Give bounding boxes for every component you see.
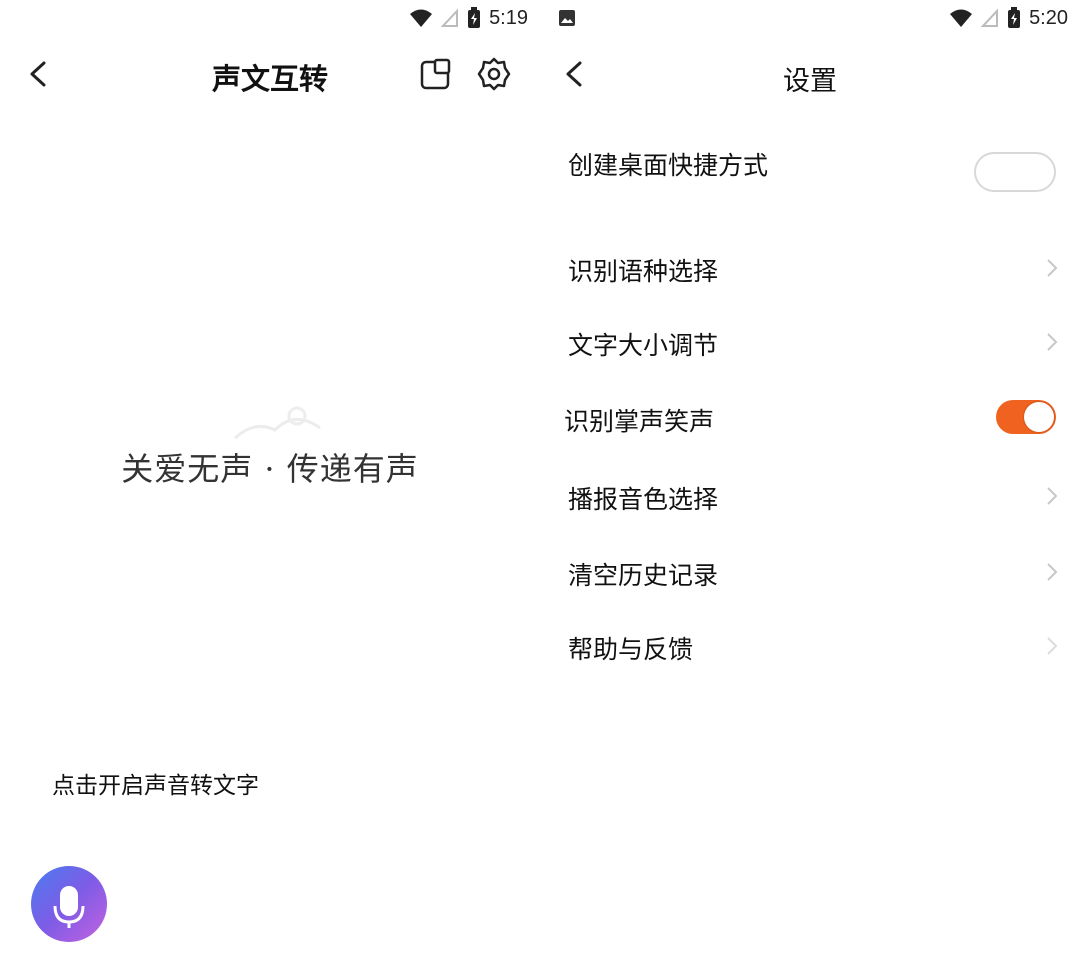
wifi-icon (950, 9, 973, 27)
slogan: 关爱无声 · 传递有声 (121, 450, 419, 488)
floating-window-icon[interactable] (418, 56, 454, 92)
status-time: 5:19 (489, 6, 528, 29)
start-prompt-text: 点击开启声音转文字 (52, 773, 259, 799)
status-bar: 5:19 (0, 0, 540, 36)
setting-label: 清空历史记录 (568, 561, 719, 590)
microphone-button[interactable] (31, 866, 107, 942)
setting-label: 帮助与反馈 (568, 635, 694, 664)
create-shortcut-button[interactable] (974, 152, 1056, 192)
status-icons: 5:20 (949, 6, 1068, 30)
setting-label: 创建桌面快捷方式 (568, 151, 769, 180)
app-header: 声文互转 (0, 44, 540, 104)
chevron-right-icon (1047, 333, 1058, 351)
status-icons: 5:19 (409, 6, 528, 30)
status-time: 5:20 (1029, 6, 1068, 29)
setting-label: 播报音色选择 (568, 485, 719, 514)
applause-laughter-toggle[interactable] (996, 400, 1056, 434)
gallery-notification-icon (559, 10, 575, 26)
setting-label: 文字大小调节 (568, 331, 719, 360)
microphone-icon (53, 886, 85, 928)
status-bar: 5:20 (540, 0, 1080, 36)
page-title: 设置 (783, 66, 837, 97)
gear-icon[interactable] (476, 56, 512, 92)
setting-label: 识别掌声笑声 (564, 407, 715, 436)
battery-icon (468, 7, 481, 28)
setting-row-help[interactable]: 帮助与反馈 (540, 618, 1080, 674)
setting-row-language[interactable]: 识别语种选择 (540, 240, 1080, 296)
toggle-knob (1024, 402, 1054, 432)
decorative-illustration (233, 406, 321, 440)
setting-row-text-size[interactable]: 文字大小调节 (540, 314, 1080, 370)
signal-icon (441, 8, 459, 27)
signal-icon (981, 8, 999, 27)
voice-text-screen: 5:19 声文互转 关爱无声 · 传递有声 点击开启声音转文字 (0, 0, 540, 960)
settings-header: 设置 (540, 44, 1080, 104)
chevron-right-icon (1047, 563, 1058, 581)
settings-screen: 5:20 设置 创建桌面快捷方式 识别语种选择 文字大小调节 识别掌声笑声 播报… (540, 0, 1080, 960)
chevron-right-icon (1047, 259, 1058, 277)
setting-row-clear-history[interactable]: 清空历史记录 (540, 544, 1080, 600)
setting-label: 识别语种选择 (568, 257, 719, 286)
chevron-right-icon (1047, 487, 1058, 505)
chevron-right-icon (1047, 637, 1058, 655)
setting-row-voice[interactable]: 播报音色选择 (540, 468, 1080, 524)
page-title: 声文互转 (211, 62, 328, 96)
wifi-icon (410, 9, 433, 27)
battery-icon (1008, 7, 1021, 28)
